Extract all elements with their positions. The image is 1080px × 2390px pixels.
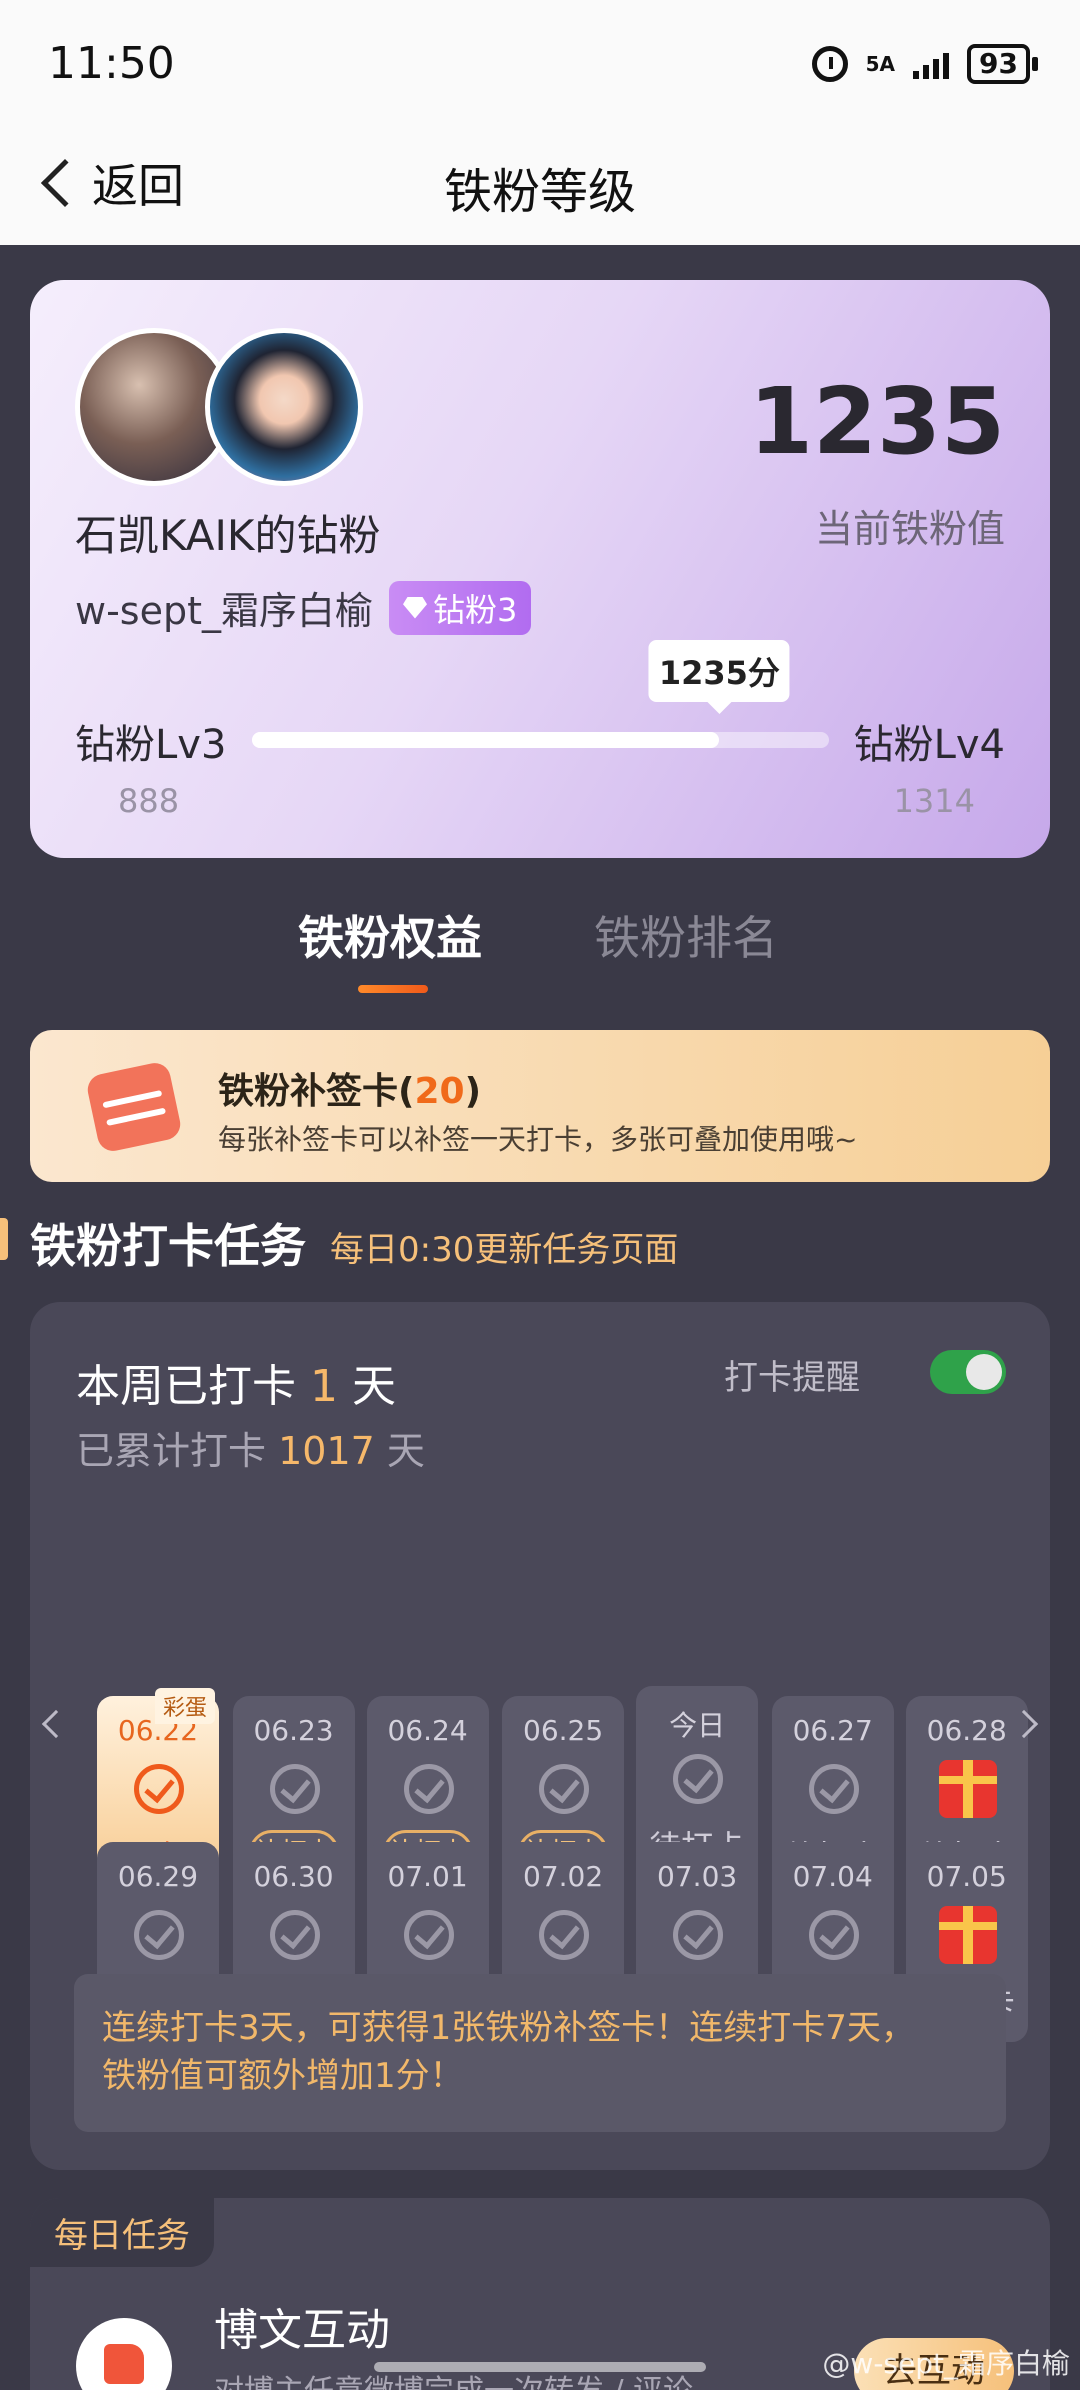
next-level-label: 钻粉Lv4	[853, 722, 1005, 768]
signal-icon	[913, 49, 950, 79]
user-avatar[interactable]	[205, 328, 363, 486]
section-accent	[0, 1218, 8, 1260]
home-indicator[interactable]	[374, 2362, 706, 2372]
active-tab-indicator	[358, 985, 428, 993]
easter-egg-tag: 彩蛋	[154, 1688, 215, 1724]
checkin-day-date: 06.27	[792, 1714, 873, 1747]
level-progress-fill	[252, 732, 720, 748]
checkin-day-date: 06.28	[926, 1714, 1007, 1747]
checkin-day-date: 06.30	[253, 1860, 334, 1893]
check-circle-icon	[539, 1764, 590, 1814]
daily-task-title: 博文互动	[214, 2305, 390, 2356]
check-circle-icon	[134, 1764, 184, 1814]
checkin-day-date: 07.05	[926, 1860, 1007, 1893]
checkin-remind-label: 打卡提醒	[724, 1358, 860, 1398]
fan-title: 石凯KAIK的钻粉	[75, 511, 381, 560]
battery-indicator: 93	[967, 44, 1038, 84]
status-icons: 5A 93	[811, 44, 1038, 84]
checkin-day-date: 06.29	[117, 1860, 199, 1893]
status-time: 11:50	[48, 38, 175, 89]
checkin-day-date: 07.02	[523, 1860, 604, 1893]
check-circle-icon	[269, 1910, 320, 1960]
page-title: 铁粉等级	[443, 164, 636, 220]
makeup-card-desc: 每张补签卡可以补签一天打卡，多张可叠加使用哦~	[218, 1123, 858, 1156]
current-level-label: 钻粉Lv3	[75, 722, 227, 768]
level-progress-bar	[252, 732, 829, 748]
checkin-day-date: 06.24	[387, 1714, 468, 1747]
calendar-icon	[84, 1060, 184, 1154]
checkin-day-date: 07.03	[657, 1860, 738, 1893]
alarm-icon	[811, 46, 848, 82]
checkin-section-title: 铁粉打卡任务	[30, 1219, 306, 1273]
network-label: 5A	[865, 52, 896, 76]
checkin-day-date: 06.23	[253, 1714, 334, 1747]
check-circle-icon	[403, 1910, 454, 1960]
thumbs-up-icon	[76, 2318, 172, 2390]
checkin-day-date: 07.04	[792, 1860, 873, 1893]
level-min-value: 888	[118, 782, 180, 820]
checkin-panel: 本周已打卡 1 天 已累计打卡 1017 天 打卡提醒 06.22彩蛋已领06.…	[30, 1302, 1050, 2170]
makeup-card-title: 铁粉补签卡(20)	[218, 1071, 482, 1112]
makeup-card-count: 20	[414, 1071, 465, 1112]
checkin-tip: 连续打卡3天，可获得1张铁粉补签卡！连续打卡7天， 铁粉值可额外增加1分！	[74, 1974, 1006, 2132]
check-circle-icon	[134, 1910, 184, 1960]
check-circle-icon	[403, 1764, 454, 1814]
makeup-card-banner[interactable]: 铁粉补签卡(20) 每张补签卡可以补签一天打卡，多张可叠加使用哦~	[30, 1030, 1050, 1182]
gift-icon	[938, 1760, 997, 1818]
daily-tasks-tag: 每日任务	[30, 2198, 214, 2267]
checkin-day-date: 06.25	[523, 1714, 604, 1747]
level-badge-label: 钻粉3	[433, 590, 518, 629]
check-circle-icon	[673, 1754, 724, 1804]
check-circle-icon	[539, 1910, 590, 1960]
check-circle-icon	[808, 1910, 859, 1960]
fan-level-card: 1235 当前铁粉值 石凯KAIK的钻粉 w-sept_霜序白榆 钻粉3 钻粉L…	[30, 280, 1050, 858]
tab-fan-benefits[interactable]: 铁粉权益	[298, 902, 482, 968]
username: w-sept_霜序白榆	[75, 589, 373, 633]
check-circle-icon	[269, 1764, 320, 1814]
diamond-icon	[403, 596, 427, 619]
week-checkin-count: 本周已打卡 1 天	[76, 1361, 396, 1412]
total-checkin-count: 已累计打卡 1017 天	[76, 1429, 425, 1473]
nav-bar: 返回 铁粉等级	[0, 130, 1080, 245]
status-bar: 11:50 5A 93	[0, 0, 1080, 130]
checkin-remind-toggle[interactable]	[930, 1350, 1006, 1394]
weibo-watermark: @w-sept_霜序白榆	[822, 2347, 1070, 2380]
level-max-value: 1314	[893, 782, 975, 820]
tab-fan-ranking[interactable]: 铁粉排名	[594, 902, 778, 968]
gift-icon	[938, 1906, 997, 1964]
check-circle-icon	[808, 1764, 859, 1814]
level-badge: 钻粉3	[389, 580, 532, 635]
checkin-section-subtitle: 每日0:30更新任务页面	[330, 1230, 679, 1270]
fan-score: 1235	[748, 368, 1005, 475]
checkin-day-date: 今日	[669, 1709, 726, 1742]
progress-bubble: 1235分	[648, 640, 790, 714]
checkin-day-date: 07.01	[387, 1860, 468, 1893]
fan-score-label: 当前铁粉值	[814, 507, 1005, 551]
user-row: w-sept_霜序白榆 钻粉3	[75, 580, 532, 635]
check-circle-icon	[673, 1910, 724, 1960]
